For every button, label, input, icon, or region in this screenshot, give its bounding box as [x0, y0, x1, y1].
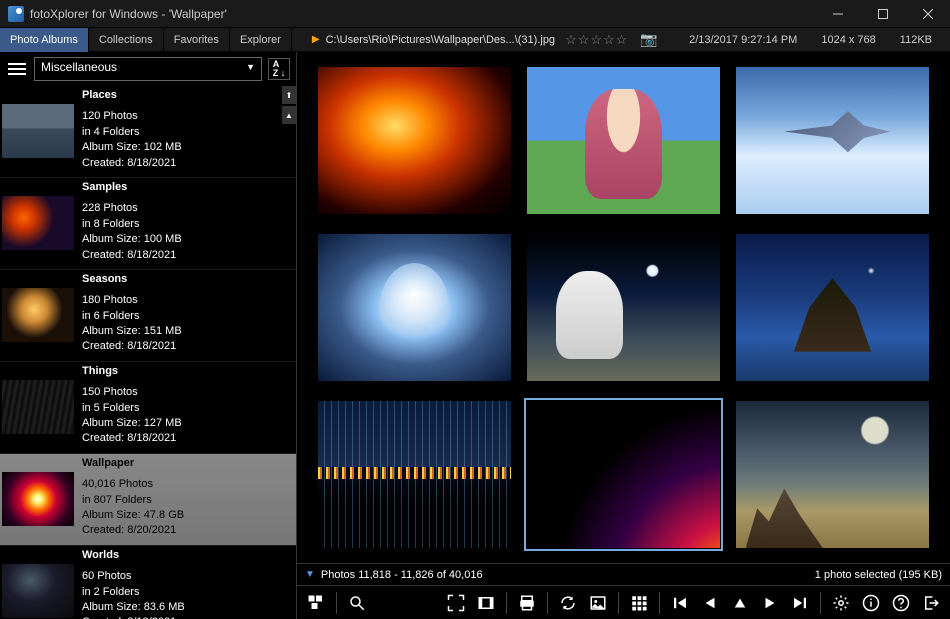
status-bar: ▼ Photos 11,818 - 11,826 of 40,016 1 pho… — [297, 563, 950, 585]
file-dimensions: 1024 x 768 — [821, 34, 875, 46]
scroll-indicator: ⬆ ▲ — [282, 86, 296, 619]
tabs-row: Photo Albums Collections Favorites Explo… — [0, 28, 950, 52]
album-name: Places — [82, 88, 182, 103]
status-right: 2/13/2017 9:27:14 PM 1024 x 768 112KB — [689, 34, 950, 46]
app-logo-icon — [8, 6, 24, 22]
album-things[interactable]: Things 150 Photos in 5 Folders Album Siz… — [0, 362, 296, 454]
album-seasons[interactable]: Seasons 180 Photos in 6 Folders Album Si… — [0, 270, 296, 362]
up-button[interactable] — [727, 590, 753, 616]
chevron-down-icon[interactable]: ▼ — [305, 569, 315, 580]
album-thumbnail — [2, 288, 74, 342]
tab-explorer[interactable]: Explorer — [230, 28, 292, 52]
window-title: fotoXplorer for Windows - 'Wallpaper' — [30, 7, 227, 21]
album-thumbnail — [2, 104, 74, 158]
photo-thumbnail[interactable] — [526, 66, 721, 215]
photo-thumbnail[interactable] — [735, 66, 930, 215]
menu-icon[interactable] — [6, 58, 28, 80]
photo-thumbnail[interactable] — [735, 233, 930, 382]
tab-photo-albums[interactable]: Photo Albums — [0, 28, 89, 52]
search-button[interactable] — [344, 590, 370, 616]
album-info: Samples 228 Photos in 8 Folders Album Si… — [82, 180, 182, 263]
camera-icon[interactable]: 📷 — [640, 31, 657, 48]
print-button[interactable] — [514, 590, 540, 616]
main-area: Miscellaneous AZ ↓ ⬆ ▲ Places 120 Photos… — [0, 52, 950, 619]
sidebar-toolbar: Miscellaneous AZ ↓ — [0, 52, 296, 86]
bottom-toolbar — [297, 585, 950, 619]
album-name: Worlds — [82, 548, 185, 563]
filmstrip-button[interactable] — [473, 590, 499, 616]
album-thumbnail — [2, 564, 74, 618]
last-button[interactable] — [787, 590, 813, 616]
album-places[interactable]: Places 120 Photos in 4 Folders Album Siz… — [0, 86, 296, 178]
scroll-top-button[interactable]: ⬆ — [282, 86, 296, 104]
first-button[interactable] — [667, 590, 693, 616]
album-info: Seasons 180 Photos in 6 Folders Album Si… — [82, 272, 182, 355]
thumbnail-grid — [297, 52, 950, 563]
photo-thumbnail[interactable] — [317, 66, 512, 215]
album-wallpaper[interactable]: Wallpaper 40,016 Photos in 807 Folders A… — [0, 454, 296, 546]
rating-stars[interactable]: ☆☆☆☆☆ — [565, 32, 628, 48]
maximize-button[interactable] — [860, 0, 905, 28]
album-list: ⬆ ▲ Places 120 Photos in 4 Folders Album… — [0, 86, 296, 619]
album-name: Samples — [82, 180, 182, 195]
album-info: Wallpaper 40,016 Photos in 807 Folders A… — [82, 456, 184, 539]
play-icon: ▶ — [312, 34, 320, 45]
album-info: Things 150 Photos in 5 Folders Album Siz… — [82, 364, 182, 447]
image-button[interactable] — [585, 590, 611, 616]
info-button[interactable] — [858, 590, 884, 616]
photo-thumbnail[interactable] — [735, 400, 930, 549]
fullscreen-button[interactable] — [443, 590, 469, 616]
prev-button[interactable] — [697, 590, 723, 616]
grid-view-button[interactable] — [626, 590, 652, 616]
photo-thumbnail[interactable] — [317, 233, 512, 382]
minimize-button[interactable] — [815, 0, 860, 28]
tab-favorites[interactable]: Favorites — [164, 28, 230, 52]
status-selection: 1 photo selected (195 KB) — [815, 569, 942, 581]
photo-thumbnail[interactable] — [526, 233, 721, 382]
photo-thumbnail[interactable] — [317, 400, 512, 549]
photo-thumbnail-selected[interactable] — [526, 400, 721, 549]
exit-button[interactable] — [918, 590, 944, 616]
file-path: C:\Users\Rio\Pictures\Wallpaper\Des...\(… — [326, 34, 555, 46]
close-button[interactable] — [905, 0, 950, 28]
album-thumbnail — [2, 380, 74, 434]
album-info: Places 120 Photos in 4 Folders Album Siz… — [82, 88, 182, 171]
album-name: Wallpaper — [82, 456, 184, 471]
sidebar: Miscellaneous AZ ↓ ⬆ ▲ Places 120 Photos… — [0, 52, 297, 619]
album-name: Seasons — [82, 272, 182, 287]
album-samples[interactable]: Samples 228 Photos in 8 Folders Album Si… — [0, 178, 296, 270]
grid-wrap: ▼ Photos 11,818 - 11,826 of 40,016 1 pho… — [297, 52, 950, 619]
title-bar: fotoXplorer for Windows - 'Wallpaper' — [0, 0, 950, 28]
category-dropdown[interactable]: Miscellaneous — [34, 57, 262, 81]
album-name: Things — [82, 364, 182, 379]
album-info: Worlds 60 Photos in 2 Folders Album Size… — [82, 548, 185, 619]
album-thumbnail — [2, 196, 74, 250]
scroll-up-button[interactable]: ▲ — [282, 106, 296, 124]
album-worlds[interactable]: Worlds 60 Photos in 2 Folders Album Size… — [0, 546, 296, 619]
album-thumbnail — [2, 472, 74, 526]
window-controls — [815, 0, 950, 28]
file-size: 112KB — [900, 34, 932, 46]
file-datetime: 2/13/2017 9:27:14 PM — [689, 34, 797, 46]
next-button[interactable] — [757, 590, 783, 616]
tab-collections[interactable]: Collections — [89, 28, 164, 52]
sort-button[interactable]: AZ ↓ — [268, 58, 290, 80]
path-bar: ▶ C:\Users\Rio\Pictures\Wallpaper\Des...… — [312, 31, 658, 48]
status-range: Photos 11,818 - 11,826 of 40,016 — [321, 569, 483, 581]
refresh-button[interactable] — [555, 590, 581, 616]
layout-button[interactable] — [303, 590, 329, 616]
help-button[interactable] — [888, 590, 914, 616]
settings-button[interactable] — [828, 590, 854, 616]
